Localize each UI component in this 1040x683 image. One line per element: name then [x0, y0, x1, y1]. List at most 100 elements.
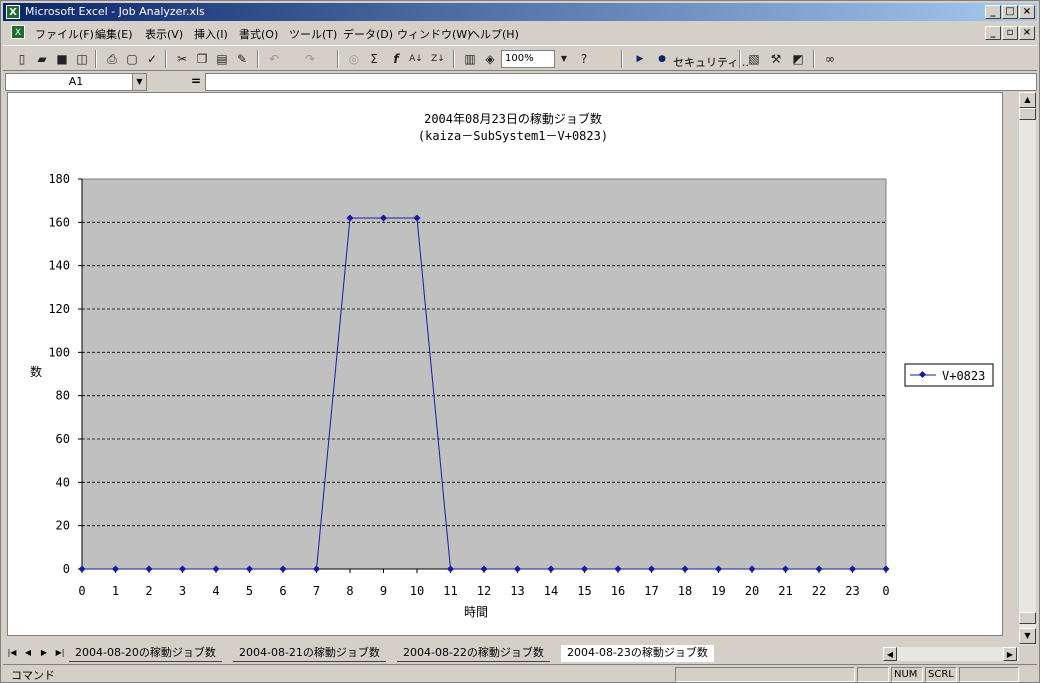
- vertical-scrollbar[interactable]: ▲ ▼: [1019, 92, 1036, 645]
- copy-icon[interactable]: ❐: [193, 50, 211, 68]
- excel-window: X Microsoft Excel - Job Analyzer.xls _ □…: [0, 0, 1040, 683]
- sheet-tab-0820[interactable]: 2004-08-20の稼動ジョブ数: [69, 645, 222, 662]
- legend[interactable]: V+0823: [904, 363, 994, 387]
- window-title: Microsoft Excel - Job Analyzer.xls: [25, 5, 205, 18]
- status-panel: [675, 667, 855, 682]
- edit-formula-button[interactable]: =: [191, 74, 201, 88]
- menu-data[interactable]: データ(D): [343, 26, 393, 42]
- maximize-button[interactable]: □: [1002, 5, 1018, 19]
- prev-sheet-button[interactable]: ◀: [21, 646, 35, 660]
- scroll-right-button[interactable]: ▶: [1003, 647, 1017, 661]
- chart-subtitle: (kaiza－SubSystem1－V+0823): [418, 129, 608, 143]
- x-tick-label: 9: [380, 584, 387, 598]
- open-icon[interactable]: ▰: [33, 50, 51, 68]
- formula-input[interactable]: [205, 73, 1037, 91]
- hyperlink-icon[interactable]: ◎: [345, 50, 363, 68]
- tools-icon[interactable]: ⚒: [767, 50, 785, 68]
- link-icon[interactable]: ∞: [821, 50, 839, 68]
- paste-icon[interactable]: ▤: [213, 50, 231, 68]
- next-sheet-button[interactable]: ▶: [37, 646, 51, 660]
- print-preview-icon[interactable]: ▢: [123, 50, 141, 68]
- legend-entry: V+0823: [942, 369, 985, 383]
- doc-minimize-button[interactable]: _: [985, 26, 1001, 40]
- undo-icon[interactable]: ↶: [265, 50, 283, 68]
- x-tick-label: 3: [179, 584, 186, 598]
- scroll-thumb[interactable]: [1019, 108, 1036, 120]
- chart-sheet[interactable]: 2004年08月23日の稼動ジョブ数 (kaiza－SubSystem1－V+0…: [7, 92, 1003, 636]
- sheet-tabs-bar: |◀ ◀ ▶ ▶| 2004-08-20の稼動ジョブ数 2004-08-21の稼…: [3, 645, 1037, 663]
- x-tick-label: 1: [112, 584, 119, 598]
- scroll-left-button[interactable]: ◀: [883, 647, 897, 661]
- x-tick-label: 0: [882, 584, 889, 598]
- chart-wizard-icon[interactable]: ▥: [461, 50, 479, 68]
- status-bar: コマンド NUM SCRL: [3, 664, 1037, 682]
- status-panel: [959, 667, 1019, 682]
- x-tick-label: 12: [477, 584, 491, 598]
- menu-edit[interactable]: 編集(E): [95, 26, 133, 42]
- help-icon[interactable]: ?: [575, 50, 593, 68]
- new-icon[interactable]: ▯: [13, 50, 31, 68]
- sort-descending-icon[interactable]: Z↓: [429, 50, 447, 68]
- menu-bar: X ファイル(F) 編集(E) 表示(V) 挿入(I) 書式(O) ツール(T)…: [3, 23, 1037, 43]
- workbook-icon[interactable]: X: [11, 25, 25, 39]
- record-icon[interactable]: ●: [653, 50, 671, 68]
- x-tick-label: 14: [544, 584, 558, 598]
- chevron-down-icon[interactable]: ▼: [555, 50, 573, 68]
- security-button[interactable]: セキュリティ...: [673, 54, 749, 70]
- menu-insert[interactable]: 挿入(I): [194, 26, 228, 42]
- menu-format[interactable]: 書式(O): [239, 26, 278, 42]
- close-button[interactable]: ×: [1019, 5, 1035, 19]
- y-axis-label: 数: [30, 364, 42, 379]
- format-painter-icon[interactable]: ✎: [233, 50, 251, 68]
- title-bar: X Microsoft Excel - Job Analyzer.xls _ □…: [3, 3, 1037, 21]
- print-icon[interactable]: ⎙: [103, 50, 121, 68]
- x-tick-label: 15: [577, 584, 591, 598]
- menu-view[interactable]: 表示(V): [145, 26, 183, 42]
- spelling-icon[interactable]: ✓: [143, 50, 161, 68]
- x-axis-label: 時間: [464, 605, 488, 619]
- sort-ascending-icon[interactable]: A↓: [407, 50, 425, 68]
- chart-title: 2004年08月23日の稼動ジョブ数: [424, 111, 602, 126]
- menu-window[interactable]: ウィンドウ(W): [397, 26, 471, 42]
- design-mode-icon[interactable]: ◩: [789, 50, 807, 68]
- x-tick-label: 11: [443, 584, 457, 598]
- split-handle[interactable]: [1019, 612, 1036, 624]
- x-tick-label: 17: [644, 584, 658, 598]
- status-mode: コマンド: [11, 669, 55, 682]
- function-icon[interactable]: f: [387, 50, 405, 68]
- line-chart[interactable]: 2004年08月23日の稼動ジョブ数 (kaiza－SubSystem1－V+0…: [8, 93, 1002, 635]
- cut-icon[interactable]: ✂: [173, 50, 191, 68]
- name-box[interactable]: A1 ▼: [5, 73, 147, 91]
- y-tick-label: 140: [48, 259, 70, 273]
- menu-file[interactable]: ファイル(F): [35, 26, 94, 42]
- menu-help[interactable]: ヘルプ(H): [469, 26, 519, 42]
- sheet-tab-0823[interactable]: 2004-08-23の稼動ジョブ数: [561, 645, 714, 662]
- excel-icon[interactable]: X: [6, 5, 20, 19]
- last-sheet-button[interactable]: ▶|: [53, 646, 67, 660]
- doc-close-button[interactable]: ×: [1019, 26, 1035, 40]
- sheet-tab-0821[interactable]: 2004-08-21の稼動ジョブ数: [233, 645, 386, 662]
- permission-icon[interactable]: ◫: [73, 50, 91, 68]
- zoom-select[interactable]: 100%: [501, 50, 555, 68]
- play-icon[interactable]: ▶: [631, 50, 649, 68]
- doc-restore-button[interactable]: ▫: [1002, 26, 1018, 40]
- horizontal-scrollbar[interactable]: ◀ ▶: [883, 647, 1019, 661]
- formula-bar: A1 ▼ =: [3, 73, 1037, 91]
- scroll-up-button[interactable]: ▲: [1019, 92, 1036, 108]
- save-icon[interactable]: ■: [53, 50, 71, 68]
- scroll-down-button[interactable]: ▼: [1019, 628, 1036, 644]
- redo-icon[interactable]: ↷: [301, 50, 319, 68]
- separator: [813, 50, 815, 68]
- x-tick-label: 0: [78, 584, 85, 598]
- x-tick-label: 4: [212, 584, 219, 598]
- toolbox-icon[interactable]: ▧: [745, 50, 763, 68]
- first-sheet-button[interactable]: |◀: [5, 646, 19, 660]
- menu-tools[interactable]: ツール(T): [289, 26, 337, 42]
- separator: [739, 50, 741, 68]
- standard-toolbar: ▯ ▰ ■ ◫ ⎙ ▢ ✓ ✂ ❐ ▤ ✎ ↶ ↷ ◎ Σ f A↓ Z↓ ▥ …: [3, 45, 1037, 71]
- chevron-down-icon[interactable]: ▼: [132, 74, 146, 90]
- drawing-icon[interactable]: ◈: [481, 50, 499, 68]
- minimize-button[interactable]: _: [985, 5, 1001, 19]
- sheet-tab-0822[interactable]: 2004-08-22の稼動ジョブ数: [397, 645, 550, 662]
- autosum-icon[interactable]: Σ: [365, 50, 383, 68]
